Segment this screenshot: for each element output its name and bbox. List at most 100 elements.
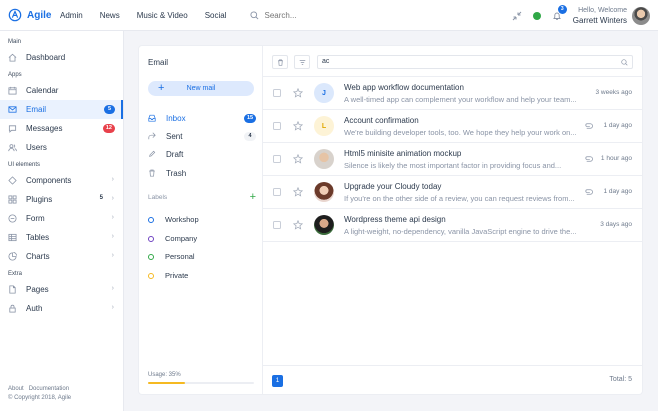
sidebar-item-label: Tables — [26, 233, 50, 242]
sender-avatar — [314, 182, 334, 202]
attachment-icon — [584, 188, 593, 196]
add-label-button[interactable]: + — [250, 191, 256, 203]
email-search-input[interactable] — [322, 58, 602, 65]
label-private[interactable]: Private — [148, 271, 188, 280]
mail-icon — [8, 105, 17, 114]
sidebar-item-form[interactable]: Form › — [0, 209, 123, 228]
label-company[interactable]: Company — [148, 234, 197, 243]
email-subject: Web app workflow documentation — [344, 83, 464, 92]
sidebar-item-calendar[interactable]: Calendar — [0, 81, 123, 100]
sidebar-item-components[interactable]: Components › — [0, 171, 123, 190]
sidebar-item-charts[interactable]: Charts › — [0, 247, 123, 266]
sidebar-section-title: Main — [8, 39, 22, 45]
nav-music-video[interactable]: Music & Video — [137, 11, 188, 20]
sidebar-item-label: Users — [26, 143, 47, 152]
chevron-right-icon: › — [111, 214, 114, 221]
chevron-right-icon: › — [111, 252, 114, 259]
email-list-footer: 1 Total: 5 — [263, 365, 642, 394]
row-checkbox[interactable] — [273, 188, 281, 196]
sidebar-item-tables[interactable]: Tables › — [0, 228, 123, 247]
trash-icon — [148, 169, 156, 177]
documentation-link[interactable]: Documentation — [29, 386, 69, 392]
star-icon[interactable] — [292, 153, 304, 164]
email-panel-title: Email — [148, 58, 169, 67]
delete-button[interactable] — [272, 55, 288, 69]
nav-news[interactable]: News — [100, 11, 120, 20]
email-subject: Html5 minisite animation mockup — [344, 149, 462, 158]
sidebar-item-messages[interactable]: Messages 12 — [0, 119, 123, 138]
email-preview: A light-weight, no-dependency, vanilla J… — [344, 227, 577, 236]
sidebar-item-email[interactable]: Email 5 — [0, 100, 123, 119]
agile-logo-icon — [8, 8, 22, 22]
label-personal[interactable]: Personal — [148, 252, 195, 261]
sidebar-item-pages[interactable]: Pages › — [0, 280, 123, 299]
email-card: Email + New mail Inbox 15 Sent 4 Draft T… — [139, 46, 642, 394]
sidebar-item-users[interactable]: Users — [0, 138, 123, 157]
email-search — [317, 55, 633, 69]
messages-count-badge: 12 — [102, 124, 115, 133]
nav-admin[interactable]: Admin — [60, 11, 83, 20]
email-row[interactable]: L Account confirmation We're building de… — [263, 110, 642, 143]
attachment-icon — [584, 122, 593, 130]
attachment-icon — [584, 155, 593, 163]
labels-header: Labels + — [148, 191, 256, 203]
email-row[interactable]: Upgrade your Cloudy today If you're on t… — [263, 176, 642, 209]
star-icon[interactable] — [292, 87, 304, 98]
email-total-count: Total: 5 — [609, 376, 632, 383]
email-toolbar — [263, 46, 642, 77]
row-checkbox[interactable] — [273, 89, 281, 97]
top-right-controls: 3 Hello, Welcome Garrett Winters — [512, 0, 650, 31]
about-link[interactable]: About — [8, 386, 24, 392]
nav-social[interactable]: Social — [205, 11, 227, 20]
chevron-right-icon: › — [111, 304, 114, 311]
sidebar-section-title: Apps — [8, 72, 22, 78]
sidebar-section-title: Extra — [8, 271, 23, 277]
row-checkbox[interactable] — [273, 122, 281, 130]
search-input[interactable] — [264, 10, 375, 20]
collapse-icon[interactable] — [512, 11, 522, 21]
row-checkbox[interactable] — [273, 221, 281, 229]
bell-icon[interactable]: 3 — [552, 4, 567, 21]
brand-name: Agile — [27, 9, 52, 21]
sidebar-item-label: Plugins — [26, 195, 53, 204]
email-row[interactable]: Wordpress theme api design A light-weigh… — [263, 209, 642, 242]
folder-inbox[interactable]: Inbox 15 — [148, 112, 256, 124]
folder-trash[interactable]: Trash — [148, 167, 256, 179]
star-icon[interactable] — [292, 120, 304, 131]
folder-label: Trash — [166, 168, 187, 178]
email-preview: A well-timed app can complement your wor… — [344, 95, 577, 104]
filter-button[interactable] — [294, 55, 310, 69]
sidebar-item-dashboard[interactable]: Dashboard — [0, 48, 123, 67]
search-icon[interactable] — [621, 59, 628, 66]
sidebar-item-plugins[interactable]: Plugins 5 › — [0, 190, 123, 209]
user-info[interactable]: Hello, Welcome Garrett Winters — [573, 6, 627, 26]
chart-icon — [8, 252, 17, 261]
share-icon — [148, 132, 156, 140]
email-time: 1 hour ago — [600, 155, 632, 162]
star-icon[interactable] — [292, 219, 304, 230]
sent-count-badge: 4 — [244, 132, 256, 141]
new-mail-button[interactable]: + New mail — [148, 81, 254, 96]
email-row[interactable]: J Web app workflow documentation A well-… — [263, 77, 642, 110]
folder-sent[interactable]: Sent 4 — [148, 130, 256, 142]
email-preview: Silence is likely the most important fac… — [344, 161, 562, 170]
email-row[interactable]: Html5 minisite animation mockup Silence … — [263, 143, 642, 176]
table-icon — [8, 233, 17, 242]
inbox-icon — [148, 114, 156, 122]
row-checkbox[interactable] — [273, 155, 281, 163]
label-workshop[interactable]: Workshop — [148, 215, 199, 224]
chat-icon — [8, 124, 17, 133]
email-count-badge: 5 — [104, 105, 115, 114]
star-icon[interactable] — [292, 186, 304, 197]
folder-draft[interactable]: Draft — [148, 148, 256, 160]
brand[interactable]: Agile — [0, 8, 60, 22]
sidebar-footer: About Documentation © Copyright 2018, Agi… — [8, 385, 74, 403]
sidebar-item-auth[interactable]: Auth › — [0, 299, 123, 318]
email-time: 1 day ago — [603, 188, 632, 195]
page-button-current[interactable]: 1 — [272, 375, 283, 387]
user-avatar[interactable] — [632, 6, 650, 25]
sidebar-item-label: Charts — [26, 252, 50, 261]
filter-icon — [299, 59, 305, 65]
lock-icon — [8, 304, 17, 313]
label-dot-icon — [148, 253, 154, 260]
